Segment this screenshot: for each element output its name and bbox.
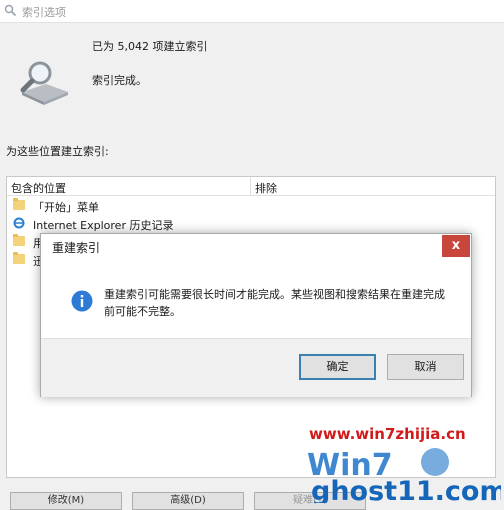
window-titlebar: 索引选项 bbox=[0, 0, 504, 23]
svg-text:ghost11.com: ghost11.com bbox=[311, 476, 501, 503]
ie-icon bbox=[13, 217, 25, 229]
folder-icon bbox=[13, 198, 25, 210]
indexing-status-message: 索引完成。 bbox=[92, 74, 147, 87]
list-item[interactable]: Internet Explorer 历史记录 bbox=[11, 215, 491, 233]
indexing-status-icon bbox=[20, 61, 68, 105]
dialog-close-button[interactable]: x bbox=[442, 235, 470, 257]
dialog-message: 重建索引可能需要很长时间才能完成。某些视图和搜索结果在重建完成前可能不完整。 bbox=[104, 288, 445, 318]
location-label: 「开始」菜单 bbox=[33, 201, 99, 214]
modify-button[interactable]: 修改(M) bbox=[10, 492, 122, 510]
dialog-title: 重建索引 bbox=[52, 241, 101, 255]
dialog-footer: 确定 取消 bbox=[41, 338, 471, 397]
location-label: Internet Explorer 历史记录 bbox=[33, 219, 174, 232]
dialog-titlebar[interactable]: 重建索引 x bbox=[41, 234, 471, 258]
column-header-excluded[interactable]: 排除 bbox=[255, 180, 277, 196]
list-item[interactable]: 「开始」菜单 bbox=[11, 197, 491, 215]
indexed-count-text: 已为 5,042 项建立索引 bbox=[92, 40, 208, 53]
close-icon: x bbox=[451, 238, 461, 253]
info-icon bbox=[71, 290, 93, 312]
advanced-button[interactable]: 高级(D) bbox=[132, 492, 244, 510]
window-title: 索引选项 bbox=[22, 6, 66, 19]
locations-section-label: 为这些位置建立索引: bbox=[6, 145, 109, 158]
rebuild-index-dialog: 重建索引 x 重建索引可能需要很长时间才能完成。某些视图和搜索结果在重建完成前可… bbox=[40, 233, 472, 397]
column-divider[interactable] bbox=[250, 177, 251, 195]
folder-icon bbox=[13, 252, 25, 264]
folder-icon bbox=[13, 234, 25, 246]
list-header: 包含的位置 排除 bbox=[7, 177, 495, 196]
column-header-included[interactable]: 包含的位置 bbox=[11, 180, 66, 196]
ok-button[interactable]: 确定 bbox=[299, 354, 376, 380]
search-options-icon bbox=[4, 4, 17, 17]
cancel-button[interactable]: 取消 bbox=[387, 354, 464, 380]
watermark-logo: Win7 ghost11.com bbox=[307, 448, 501, 503]
